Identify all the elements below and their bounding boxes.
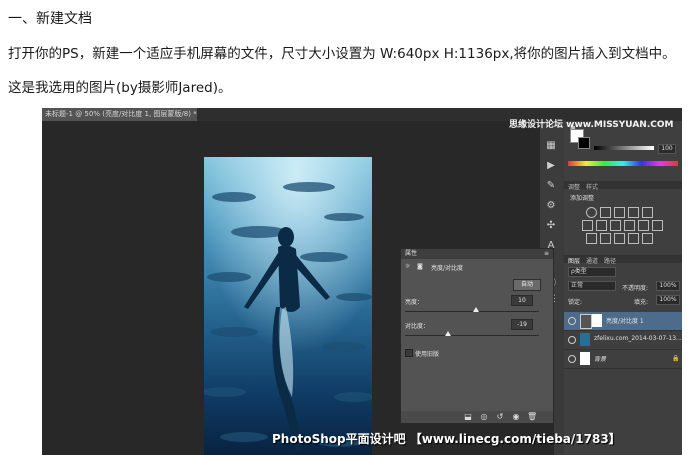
color-value-field[interactable]: 100 [658,144,676,154]
styles-tab[interactable]: 样式 [586,182,598,191]
color-slider[interactable] [594,146,654,150]
add-adjustment-label: 添加调整 [570,195,595,202]
threshold-adj-icon[interactable] [614,233,625,244]
layer-row[interactable]: 亮度/对比度 1 [564,312,682,331]
lock-label: 锁定: [568,299,583,306]
bw-adj-icon[interactable] [610,220,621,231]
eye-icon[interactable] [568,336,576,344]
photo-credit-paragraph: 这是我选用的图片(by摄影师Jared)。 [8,80,232,96]
opacity-field[interactable]: 100% [656,281,680,291]
bottom-watermark: PhotoShop平面设计吧 【www.linecg.com/tieba/178… [272,432,621,446]
auto-button[interactable]: 自动 [513,279,541,291]
channel-mixer-adj-icon[interactable] [638,220,649,231]
visibility-icon[interactable]: ◉ [511,412,521,422]
layer-name: 背景 [594,356,607,363]
history-icon[interactable]: ▦ [544,139,558,153]
layer-mask-thumb[interactable] [592,314,602,327]
invert-adj-icon[interactable] [586,233,597,244]
intro-paragraph: 打开你的PS，新建一个适应手机屏幕的文件，尺寸大小设置为 W:640px H:1… [8,46,676,62]
brightness-adj-icon[interactable] [586,207,597,218]
tool-preset-icon[interactable]: ✣ [544,219,558,233]
use-legacy-checkbox[interactable] [405,349,413,357]
section-heading: 一、新建文档 [8,11,92,27]
vibrance-adj-icon[interactable] [642,207,653,218]
brush-preset-icon[interactable]: ✎ [544,179,558,193]
properties-title: 属性 [405,250,418,257]
site-watermark: 思缘设计论坛 www.MISSYUAN.COM [509,120,674,130]
hue-adj-icon[interactable] [582,220,593,231]
adjustment-layer-thumb [580,314,592,329]
mask-icon[interactable]: ◙ [417,263,423,270]
right-panels: ■ 100 调整 样式 添加调整 [564,121,682,455]
clone-source-icon[interactable]: ⚙ [544,199,558,213]
blend-mode-select[interactable]: 正常 [568,281,616,291]
adjustments-tabbar: 调整 样式 [564,181,682,191]
properties-header[interactable]: 属性 ≡ [401,249,553,259]
contrast-label: 对比度： [405,323,430,330]
contrast-track[interactable] [405,335,539,336]
color-balance-adj-icon[interactable] [596,220,607,231]
lock-icon: 🔒 [672,355,680,362]
exposure-adj-icon[interactable] [628,207,639,218]
photo-layer-thumb [580,333,590,346]
reset-icon[interactable]: ↺ [495,412,505,422]
layers-tab[interactable]: 图层 [568,256,580,265]
fill-field[interactable]: 100% [656,295,680,305]
eye-icon[interactable] [568,317,576,325]
document-tab[interactable]: 未标题-1 @ 50% (亮度/对比度 1, 图层蒙版/8) * [42,108,197,121]
layer-name: zfelixu.com_2014-03-07-13... [594,335,682,342]
color-ramp[interactable] [568,161,678,166]
delete-icon[interactable]: 🗑 [527,412,537,422]
adjustment-icons-grid [578,205,674,244]
clip-icon[interactable]: ⬓ [463,412,473,422]
properties-panel: 属性 ≡ ☼ ◙ 亮度/对比度 自动 亮度： 10 对比度： -19 使用旧版 … [400,248,554,424]
brightness-label: 亮度： [405,299,424,306]
panel-menu-icon[interactable]: ≡ [544,249,549,259]
background-swatch[interactable] [578,137,590,149]
brightness-track[interactable] [405,311,539,312]
channels-tab[interactable]: 通道 [586,256,598,265]
contrast-slider-handle[interactable] [445,331,451,336]
properties-footer: ⬓ ◎ ↺ ◉ 🗑 [401,411,553,423]
gradient-map-adj-icon[interactable] [642,233,653,244]
fill-label: 填充: [634,299,649,306]
photoshop-screenshot: 未标题-1 @ 50% (亮度/对比度 1, 图层蒙版/8) * ▦ ▶ ✎ ⚙… [42,108,682,455]
posterize-adj-icon[interactable] [600,233,611,244]
play-icon[interactable]: ▶ [544,159,558,173]
curves-adj-icon[interactable] [614,207,625,218]
layer-row[interactable]: zfelixu.com_2014-03-07-13... [564,331,682,350]
properties-subtitle: 亮度/对比度 [431,265,464,272]
use-legacy-label: 使用旧版 [415,351,440,358]
layer-kind-filter[interactable]: ρ类型 [568,267,616,277]
photo-filter-adj-icon[interactable] [624,220,635,231]
underwater-photo-art [204,157,372,455]
paths-tab[interactable]: 路径 [604,256,616,265]
adjustments-tab[interactable]: 调整 [568,182,580,191]
lookup-adj-icon[interactable] [652,220,663,231]
layer-row[interactable]: 背景 🔒 [564,350,682,369]
brightness-slider-handle[interactable] [473,307,479,312]
document-photo [204,157,372,455]
sun-icon: ☼ [405,263,411,270]
brightness-field[interactable]: 10 [511,295,533,306]
levels-adj-icon[interactable] [600,207,611,218]
layers-tabbar: 图层 通道 路径 [564,255,682,265]
selective-color-adj-icon[interactable] [628,233,639,244]
opacity-label: 不透明度: [622,285,649,292]
layer-name: 亮度/对比度 1 [606,318,644,325]
eye-icon[interactable] [568,355,576,363]
contrast-field[interactable]: -19 [511,319,533,330]
background-layer-thumb [580,352,590,365]
view-previous-icon[interactable]: ◎ [479,412,489,422]
